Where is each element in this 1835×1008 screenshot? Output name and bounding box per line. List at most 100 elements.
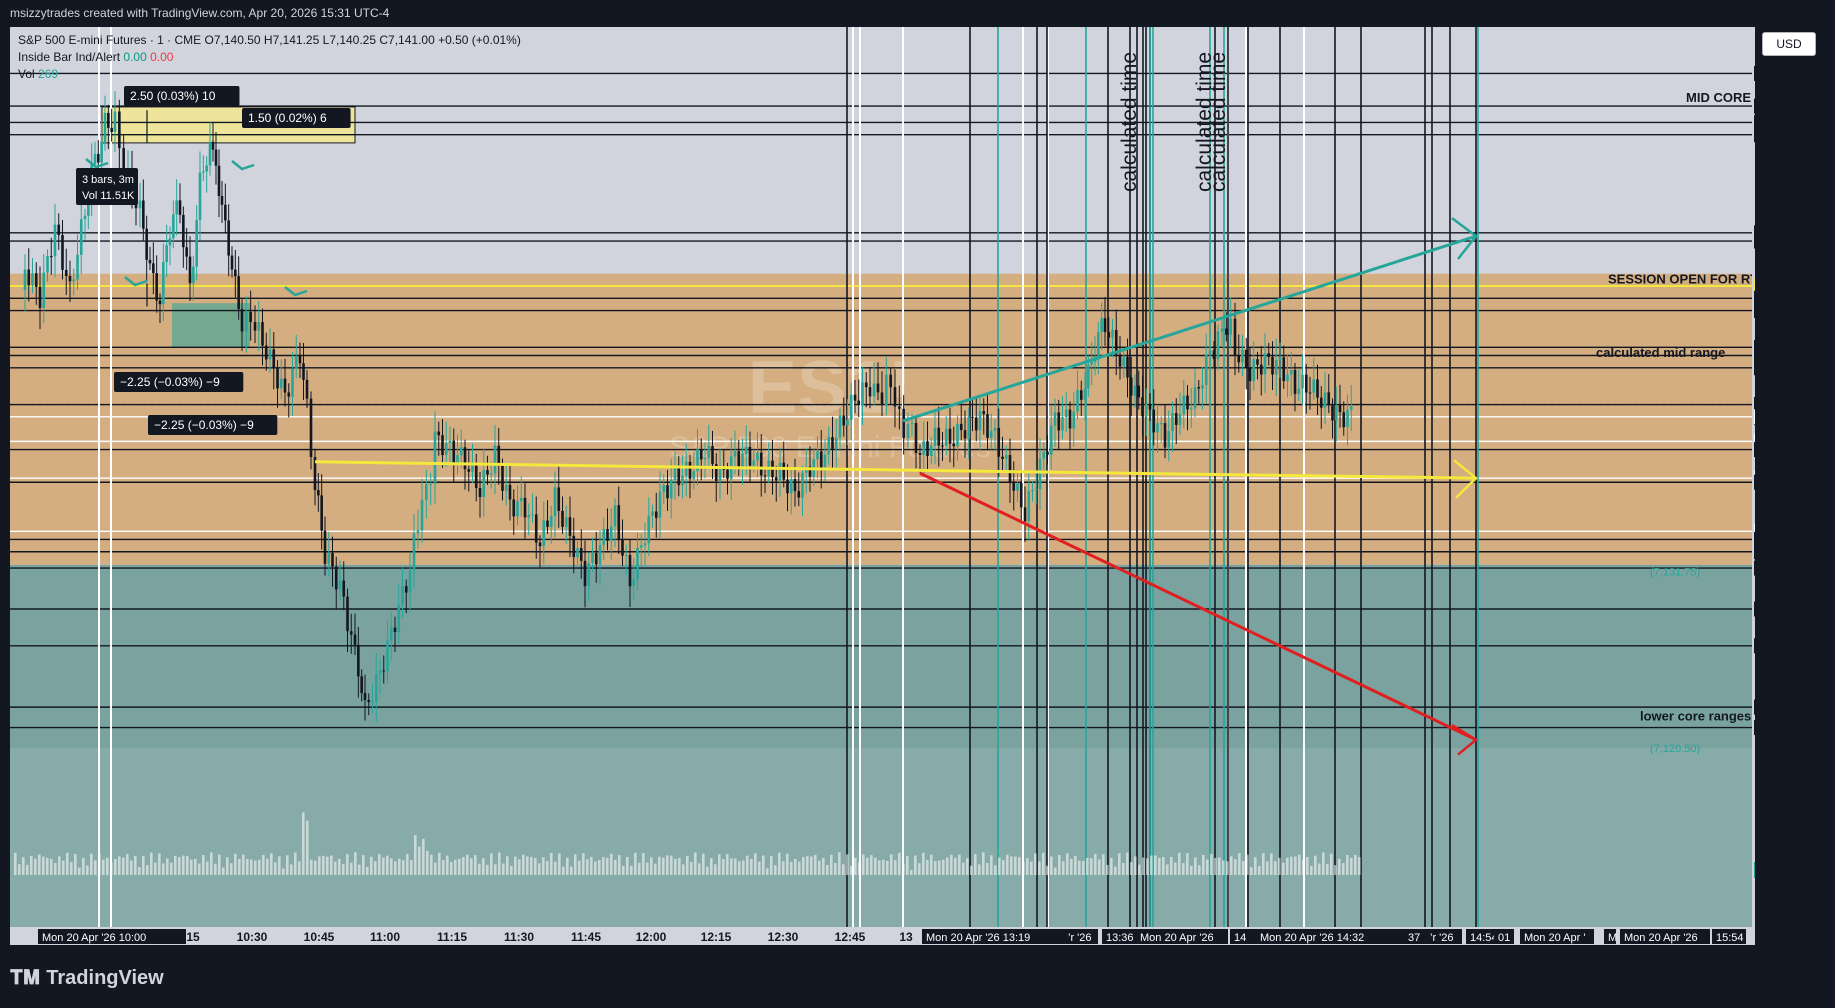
volume-bar — [662, 857, 665, 875]
calculated-time-label-2: calculated time — [1207, 52, 1230, 192]
volume-bar — [118, 856, 121, 875]
time-label-10: 12:45 — [835, 930, 866, 944]
candle-body — [504, 484, 508, 491]
candle-body — [217, 165, 221, 196]
candle-body — [240, 309, 244, 332]
candle-body — [393, 627, 397, 633]
volume-bar — [1182, 863, 1185, 875]
volume-bar — [766, 868, 769, 875]
volume-bar — [594, 861, 597, 875]
volume-bar — [1202, 854, 1205, 875]
volume-bar — [902, 863, 905, 875]
candle-body — [1229, 318, 1232, 335]
candle-body — [279, 378, 283, 389]
candle-body — [1259, 364, 1263, 375]
volume-bar — [866, 857, 869, 875]
volume-bar — [218, 854, 221, 875]
volume-bar — [1354, 854, 1357, 875]
candle-body — [249, 311, 252, 323]
candle-body — [1256, 359, 1259, 365]
volume-bar — [1134, 856, 1137, 875]
candle-body — [1233, 318, 1237, 356]
volume-bar — [646, 862, 649, 875]
volume-bar — [790, 861, 793, 875]
candle-body — [478, 488, 482, 498]
candle-body — [1225, 328, 1228, 335]
volume-bar — [730, 858, 733, 875]
legend-symbol-row[interactable]: S&P 500 E-mini Futures · 1 · CME O7,140.… — [18, 32, 521, 49]
volume-bar — [786, 853, 789, 875]
volume-bar — [1150, 855, 1153, 875]
price-tag-3 — [1754, 98, 1755, 114]
volume-bar — [590, 856, 593, 875]
candle-body — [195, 220, 198, 267]
candle-body — [759, 452, 763, 476]
volume-bar — [1002, 860, 1005, 875]
candle-body — [1001, 456, 1004, 459]
volume-bar — [306, 820, 309, 875]
candle-body — [594, 553, 598, 565]
price-tag-17 — [1754, 360, 1755, 376]
volume-bar — [1138, 864, 1141, 875]
volume-bar — [974, 853, 977, 875]
candle-body — [214, 149, 218, 166]
price-chart[interactable]: ES1!S&P 500 E-mini Futurescalculated tim… — [10, 27, 1755, 945]
fib-label-0: (7,131.75) — [1650, 566, 1700, 578]
legend-indicator-row[interactable]: Inside Bar Ind/Alert 0.00 0.00 — [18, 49, 521, 66]
candle-body — [1263, 353, 1267, 375]
candle-body — [338, 580, 342, 590]
volume-bar — [722, 859, 725, 875]
candle-body — [79, 219, 83, 255]
volume-bar — [182, 855, 185, 875]
candle-body — [692, 471, 696, 479]
candle-body — [346, 596, 349, 632]
volume-bar — [522, 854, 525, 875]
volume-bar — [506, 856, 509, 875]
candle-body — [978, 411, 982, 431]
volume-bar — [42, 856, 45, 875]
candle-body — [662, 485, 666, 492]
currency-button[interactable]: USD — [1762, 32, 1816, 56]
volume-bar — [606, 857, 609, 875]
candle-body — [46, 256, 49, 273]
volume-bar — [1122, 863, 1125, 875]
candle-body — [1212, 350, 1216, 360]
legend-low: L7,140.25 — [322, 33, 377, 47]
candle-body — [944, 428, 948, 446]
candle-body — [1144, 403, 1148, 417]
measure-text-1: 1.50 (0.02%) 6 — [248, 111, 327, 125]
candle-body — [534, 514, 538, 543]
candle-body — [898, 406, 901, 409]
candle-body — [1346, 409, 1349, 428]
candle-body — [227, 220, 230, 256]
candle-body — [591, 553, 594, 563]
volume-bar — [1306, 857, 1309, 875]
candle-body — [202, 171, 205, 173]
volume-bar — [910, 869, 913, 875]
candle-body — [1201, 385, 1204, 389]
candle-body — [1103, 318, 1107, 333]
volume-bar — [1050, 856, 1053, 875]
volume-bar — [642, 852, 645, 875]
volume-bar — [1010, 856, 1013, 875]
candle-body — [963, 430, 967, 439]
legend-volume-row[interactable]: Vol 269 — [18, 66, 521, 83]
time-label-8: 12:15 — [701, 930, 732, 944]
volume-bar — [906, 855, 909, 875]
candle-body — [516, 501, 519, 517]
volume-bar — [90, 853, 93, 875]
volume-bar — [710, 858, 713, 875]
candle-body — [587, 562, 591, 587]
candle-body — [357, 644, 360, 677]
candle-body — [737, 451, 741, 469]
candle-body — [1327, 392, 1331, 406]
time-label-5: 11:30 — [504, 930, 534, 944]
candle-body — [838, 415, 842, 438]
volume-bar — [702, 853, 705, 875]
price-tag-30 — [1754, 601, 1755, 617]
volume-bar — [190, 859, 193, 875]
candle-body — [83, 215, 87, 220]
volume-bar — [438, 852, 441, 875]
candle-body — [1079, 390, 1083, 400]
volume-bar — [650, 857, 653, 875]
